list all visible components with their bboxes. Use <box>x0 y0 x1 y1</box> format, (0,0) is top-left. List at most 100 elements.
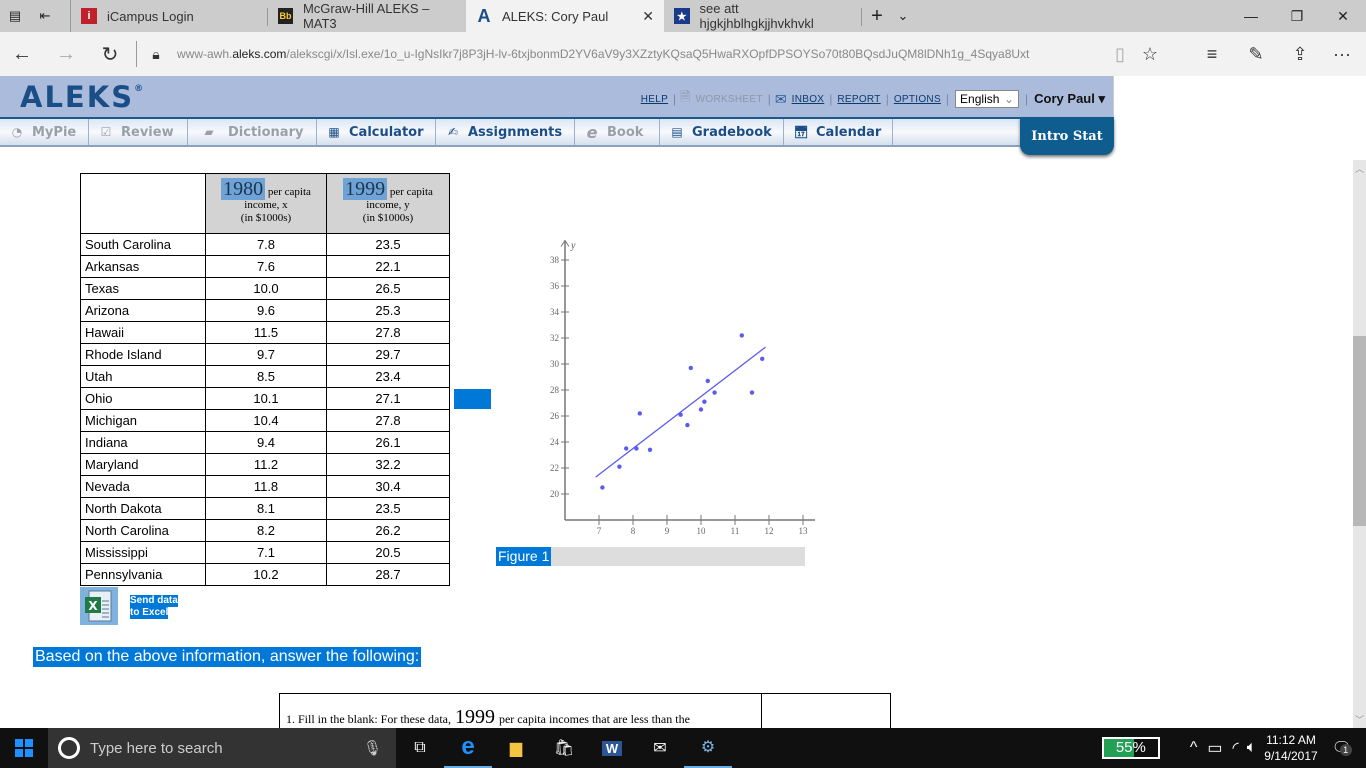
y-tick-label: 38 <box>550 255 560 265</box>
table-row: North Dakota 8.1 23.5 <box>80 497 450 520</box>
show-hidden-icons[interactable]: ^ <box>1190 739 1198 757</box>
nav-dictionary[interactable]: ▰ Dictionary <box>188 119 317 145</box>
data-point <box>637 411 642 416</box>
instruction-text: Based on the above information, answer t… <box>33 647 422 667</box>
blackboard-favicon: Bb <box>278 8 293 24</box>
nav-calendar[interactable]: 📅︎ Calendar <box>784 119 893 145</box>
state-cell: Hawaii <box>80 321 206 344</box>
nav-gradebook[interactable]: ▤ Gradebook <box>660 119 784 145</box>
income-1999-cell: 30.4 <box>326 475 450 498</box>
battery-icon[interactable]: ▭ <box>1207 738 1222 758</box>
scroll-thumb[interactable] <box>1353 336 1366 526</box>
back-icon[interactable]: ← <box>0 32 44 76</box>
tab-icampus[interactable]: i iCampus Login <box>70 0 268 32</box>
scroll-up-icon[interactable]: ︿ <box>1353 162 1366 175</box>
tab-mcgraw-hill[interactable]: Bb McGraw-Hill ALEKS – MAT3 <box>268 0 466 32</box>
nav-mypie[interactable]: ◔ MyPie <box>0 119 89 145</box>
task-view-icon[interactable]: ⧉ <box>396 728 444 768</box>
help-link[interactable]: HELP <box>636 94 673 105</box>
nav-review[interactable]: ☑ Review <box>89 119 188 145</box>
set-aside-tabs-icon[interactable]: ⇤ <box>34 0 56 32</box>
pie-icon: ◔ <box>11 125 23 139</box>
table-row: Pennsylvania 10.2 28.7 <box>80 563 450 586</box>
taskbar-search[interactable]: Type here to search 🎙︎ <box>48 728 396 768</box>
header-1980: 1980 per capita income, x (in $1000s) <box>205 173 327 234</box>
calendar-icon: 📅︎ <box>793 125 809 139</box>
data-point <box>702 399 707 404</box>
wifi-icon[interactable]: ◜ <box>1232 738 1238 758</box>
income-1999-cell: 27.8 <box>326 409 450 432</box>
question-1-answer-cell[interactable] <box>762 694 890 728</box>
file-explorer-icon[interactable]: ▆ <box>492 728 540 768</box>
store-icon[interactable]: 🛍︎ <box>540 728 588 768</box>
income-1999-cell: 26.1 <box>326 431 450 454</box>
action-center-icon[interactable]: 🗨︎1 <box>1332 738 1352 758</box>
battery-meter[interactable]: 55% <box>1101 737 1160 759</box>
aleks-logo: ALEKS® <box>20 80 146 114</box>
favorite-star-icon[interactable]: ☆ <box>1130 32 1170 76</box>
minimize-icon[interactable]: — <box>1228 0 1274 32</box>
edge-icon[interactable]: e <box>444 728 492 768</box>
url-field[interactable]: www-awh.aleks.com/alekscgi/x/Isl.exe/1o_… <box>177 47 1097 61</box>
more-icon[interactable]: ··· <box>1322 32 1362 76</box>
mail-icon[interactable]: ✉ <box>636 728 684 768</box>
y-tick-label: 32 <box>550 333 559 343</box>
windows-start-icon[interactable] <box>0 728 48 768</box>
y-tick-label: 30 <box>550 359 560 369</box>
income-1980-cell: 9.6 <box>205 299 327 322</box>
nav-book[interactable]: e Book <box>575 119 660 145</box>
data-point <box>624 446 629 451</box>
figure-caption: Figure 1 <box>496 547 552 566</box>
steam-icon[interactable]: ⚙ <box>684 728 732 768</box>
state-cell: South Carolina <box>80 233 206 256</box>
page-scrollbar[interactable]: ︿ ﹀ <box>1353 160 1366 728</box>
tab-label: ALEKS: Cory Paul <box>502 8 609 24</box>
report-link[interactable]: REPORT <box>832 94 885 105</box>
scroll-down-icon[interactable]: ﹀ <box>1353 713 1366 726</box>
word-icon[interactable]: W <box>588 728 636 768</box>
forward-icon[interactable]: → <box>44 32 88 76</box>
share-icon[interactable]: ⇪ <box>1280 32 1320 76</box>
close-tab-icon[interactable]: ✕ <box>642 8 654 25</box>
windows-taskbar: Type here to search 🎙︎ ⧉ e ▆ 🛍︎ W ✉ ⚙ 55… <box>0 728 1366 768</box>
tab-preview-chevron-icon[interactable]: ⌄ <box>892 0 914 32</box>
restore-icon[interactable]: ❐ <box>1274 0 1320 32</box>
income-1980-cell: 10.4 <box>205 409 327 432</box>
nav-assignments[interactable]: ✍ Assignments <box>436 119 575 145</box>
tab-see-att[interactable]: ★ see att hjgkjhblhgkjjhvkhvkl <box>664 0 862 32</box>
nav-calculator[interactable]: ▦ Calculator <box>317 119 436 145</box>
worksheet-link[interactable]: WORKSHEET <box>691 94 768 105</box>
refresh-icon[interactable]: ↻ <box>88 32 132 76</box>
options-link[interactable]: OPTIONS <box>889 94 946 105</box>
inbox-link[interactable]: INBOX <box>787 94 830 105</box>
income-1999-cell: 27.8 <box>326 321 450 344</box>
question-1-text: 1. Fill in the blank: For these data, 199… <box>280 694 762 728</box>
hub-icon[interactable]: ≡ <box>1192 32 1232 76</box>
tab-aleks[interactable]: A ALEKS: Cory Paul ✕ <box>466 0 664 32</box>
x-tick-label: 7 <box>597 526 602 536</box>
x-tick-label: 11 <box>731 526 740 536</box>
clock[interactable]: 11:12 AM 9/14/2017 <box>1264 732 1317 764</box>
send-to-excel-link[interactable]: Send data to Excel <box>130 595 178 619</box>
language-select[interactable]: English ⌄ <box>955 90 1020 108</box>
tab-manager-icon[interactable]: ▤ <box>4 0 26 32</box>
excel-icon[interactable]: X <box>80 587 118 625</box>
income-1980-cell: 8.5 <box>205 365 327 388</box>
income-1999-cell: 28.7 <box>326 563 450 586</box>
calculator-icon: ▦ <box>328 125 340 139</box>
state-cell: Ohio <box>80 387 206 410</box>
income-1999-cell: 26.2 <box>326 519 450 542</box>
state-cell: Nevada <box>80 475 206 498</box>
income-1999-cell: 25.3 <box>326 299 450 322</box>
new-tab-icon[interactable]: + <box>862 0 892 32</box>
income-1999-cell: 27.1 <box>326 387 450 410</box>
income-1980-cell: 9.4 <box>205 431 327 454</box>
web-note-icon[interactable]: ✎ <box>1236 32 1276 76</box>
book-icon: ▰ <box>204 125 214 139</box>
user-menu[interactable]: Cory Paul ▾ <box>1034 91 1105 107</box>
tab-label: see att hjgkjhblhgkjjhvkhvkl <box>699 1 814 31</box>
microphone-icon[interactable]: 🎙︎ <box>363 739 382 757</box>
volume-icon[interactable]: 🔈︎ <box>1247 739 1257 757</box>
close-window-icon[interactable]: ✕ <box>1320 0 1366 32</box>
data-point <box>749 390 755 395</box>
